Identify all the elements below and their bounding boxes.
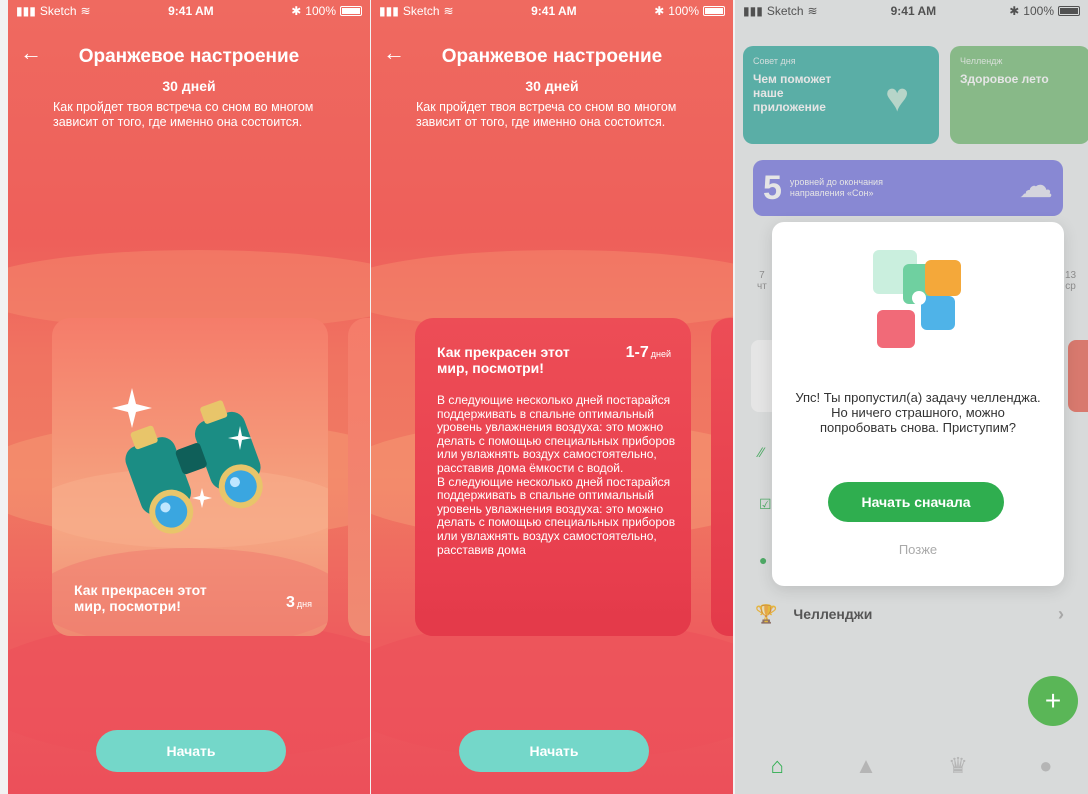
restart-button[interactable]: Начать сначала <box>828 482 1004 522</box>
status-time: 9:41 AM <box>531 4 577 18</box>
bluetooth-icon: ✱ <box>291 4 302 18</box>
signal-icon: ▮▮▮ <box>379 4 399 18</box>
tab-home-icon[interactable]: ⌂ <box>771 753 784 779</box>
carrier: Sketch <box>402 4 440 18</box>
next-card-peek[interactable] <box>348 318 370 636</box>
card-title: Как прекрасен этот мир, посмотри! <box>437 344 570 376</box>
puzzle-icon <box>873 250 961 348</box>
bluetooth-icon: ✱ <box>654 4 665 18</box>
modal-message: Упс! Ты пропустил(а) задачу челленджа. Н… <box>795 390 1041 435</box>
binoculars-icon <box>112 388 263 534</box>
battery-icon <box>340 6 362 16</box>
page-title: Оранжевое настроение <box>441 46 663 67</box>
tab-profile-icon[interactable]: ● <box>1039 753 1052 779</box>
page-description: Как пройдет твоя встреча со сном во мног… <box>416 100 677 129</box>
tab-bar: ⌂ ▲ ♛ ● <box>735 738 1088 794</box>
page-title: Оранжевое настроение <box>78 46 300 67</box>
card-duration: 1-7 дней <box>626 344 671 362</box>
challenge-card[interactable]: Как прекрасен этот мир, посмотри! 3 дня <box>52 318 328 636</box>
card-body-text: В следующие несколько дней постарайся по… <box>437 393 676 557</box>
status-bar: ▮▮▮ Sketch ≋ 9:41 AM ✱ 100% <box>371 0 733 22</box>
later-link[interactable]: Позже <box>772 542 1064 557</box>
card-days-number: 1-7 <box>625 344 649 361</box>
status-bar: ▮▮▮ Sketch ≋ 9:41 AM ✱ 100% <box>8 0 370 22</box>
status-time: 9:41 AM <box>168 4 214 18</box>
start-button[interactable]: Начать <box>96 730 286 772</box>
challenge-detail-screen: ▮▮▮ Sketch ≋ 9:41 AM ✱ 100% ← Оранжевое нас… <box>371 0 733 794</box>
page-subtitle: 30 дней <box>162 78 216 94</box>
wifi-icon: ≋ <box>80 4 91 18</box>
missed-task-modal: Упс! Ты пропустил(а) задачу челленджа. Н… <box>772 222 1064 586</box>
tab-mountain-icon[interactable]: ▲ <box>855 753 877 779</box>
card-days-number: 3 <box>285 594 295 611</box>
carrier: Sketch <box>39 4 77 18</box>
page-subtitle: 30 дней <box>525 78 579 94</box>
page-description: Как пройдет твоя встреча со сном во мног… <box>53 100 314 129</box>
challenge-screen: ▮▮▮ Sketch ≋ 9:41 AM ✱ 100% ← Оранжевое нас… <box>8 0 370 794</box>
card-days-unit: дня <box>296 599 312 609</box>
card-title: Как прекрасен этот мир, посмотри! <box>74 582 207 614</box>
next-card-peek[interactable] <box>711 318 733 636</box>
battery-percent: 100% <box>668 4 699 18</box>
card-days-unit: дней <box>650 349 671 359</box>
card-duration: 3 дня <box>286 594 312 612</box>
add-button[interactable]: + <box>1028 676 1078 726</box>
start-button[interactable]: Начать <box>459 730 649 772</box>
battery-icon <box>703 6 725 16</box>
battery-percent: 100% <box>305 4 336 18</box>
tab-trophy-icon[interactable]: ♛ <box>948 753 968 779</box>
wifi-icon: ≋ <box>443 4 454 18</box>
card-fade <box>415 586 691 636</box>
challenge-card-expanded[interactable]: Как прекрасен этот мир, посмотри! 1-7 дне… <box>415 318 691 636</box>
signal-icon: ▮▮▮ <box>16 4 36 18</box>
